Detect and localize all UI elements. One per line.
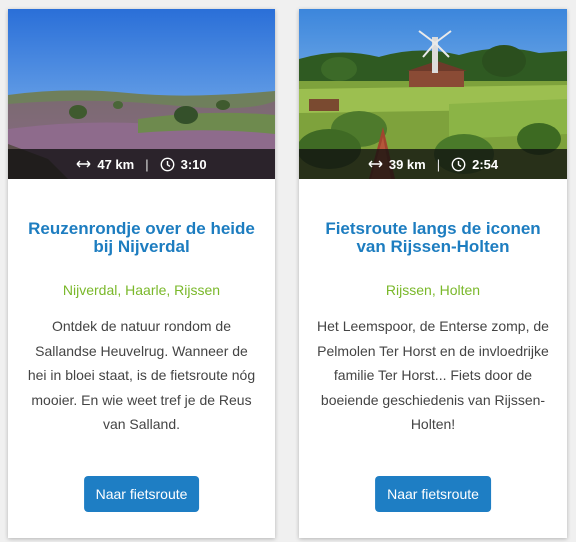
stats-separator: | xyxy=(436,156,441,172)
route-title[interactable]: Fietsroute langs de iconen van Rijssen-H… xyxy=(313,220,553,258)
route-button[interactable]: Naar fietsroute xyxy=(83,476,200,512)
route-places: Rijssen, Holten xyxy=(385,282,481,298)
stats-separator: | xyxy=(145,156,149,172)
route-title[interactable]: Reuzenrondje over de heide bij Nijverdal xyxy=(22,220,261,258)
route-places: Nijverdal, Haarle, Rijssen xyxy=(62,282,221,298)
arrows-horizontal-icon xyxy=(76,159,91,169)
arrows-horizontal-icon xyxy=(368,159,383,169)
route-stats-bar: 39 km | 2:54 xyxy=(299,149,567,179)
clock-icon xyxy=(451,157,466,172)
route-description: Ontdek de natuur rondom de Sallandse Heu… xyxy=(27,318,256,432)
route-distance: 47 km xyxy=(97,156,135,172)
route-stats-bar: 47 km | 3:10 xyxy=(8,149,275,179)
route-duration: 3:10 xyxy=(180,156,207,172)
route-photo-village[interactable]: 39 km | 2:54 xyxy=(299,9,567,179)
route-description: Het Leemspoor, de Enterse zomp, de Pelmo… xyxy=(317,318,549,432)
route-photo-heathland[interactable]: 47 km | 3:10 xyxy=(8,9,275,179)
route-card[interactable]: 39 km | 2:54 Fietsroute langs de iconen … xyxy=(299,9,567,538)
route-card[interactable]: 47 km | 3:10 Reuzenrondje over de heide … xyxy=(8,9,275,538)
route-distance: 39 km xyxy=(388,156,426,172)
route-duration: 2:54 xyxy=(472,156,499,172)
route-button[interactable]: Naar fietsroute xyxy=(375,476,491,512)
clock-icon xyxy=(160,157,175,172)
